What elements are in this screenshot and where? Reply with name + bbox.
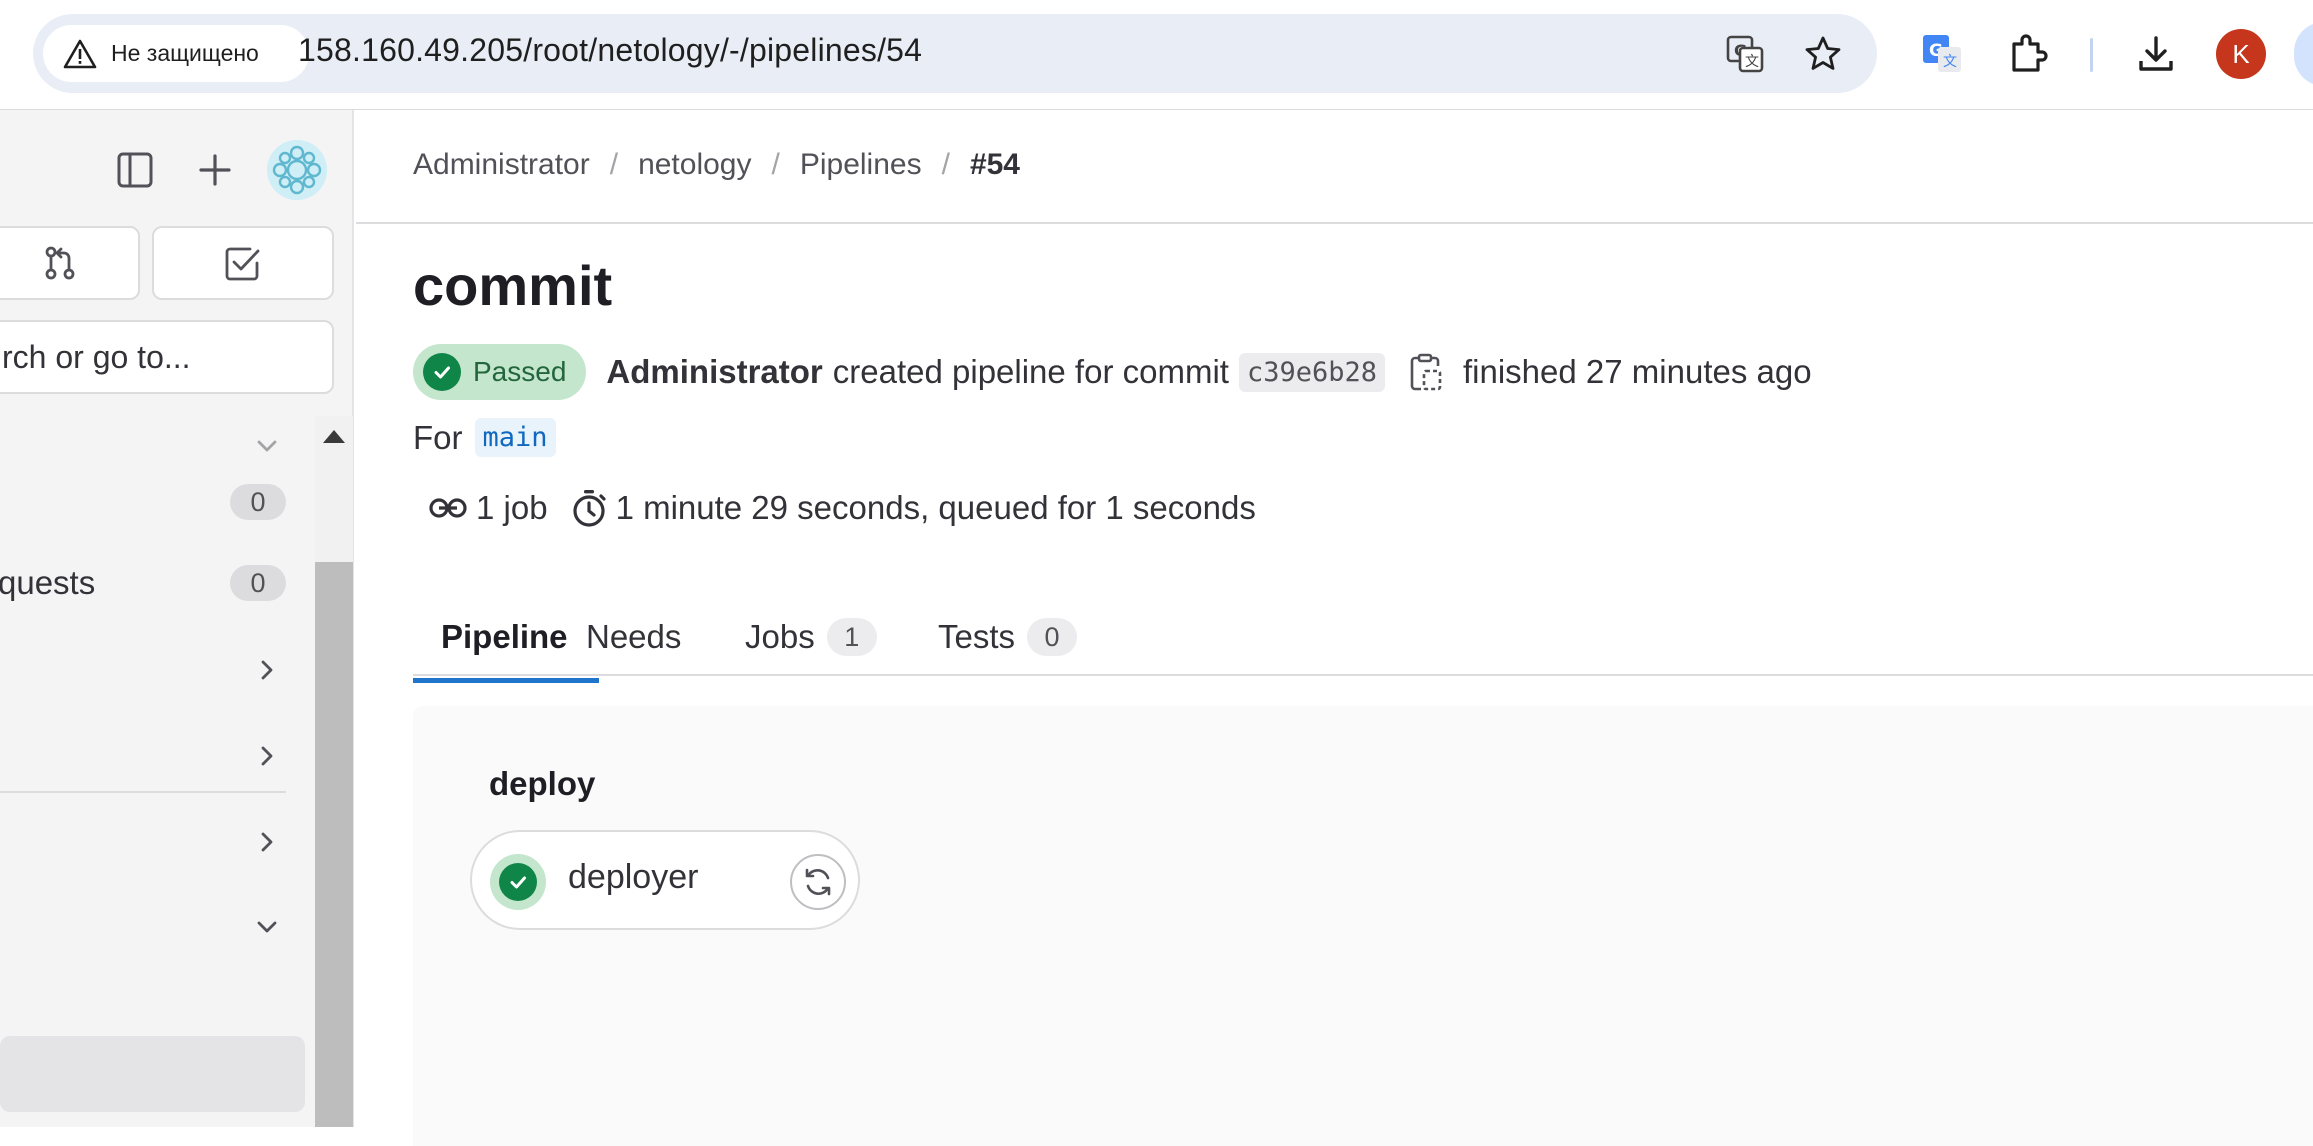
sidebar-item-active[interactable]	[0, 1036, 305, 1112]
breadcrumb-current[interactable]: #54	[970, 148, 1020, 182]
chevron-right-icon	[250, 739, 284, 773]
todo-check-icon	[225, 247, 260, 281]
branch-link[interactable]: main	[474, 418, 556, 457]
pipeline-meta: 1 job 1 minute 29 seconds, queued for 1 …	[428, 488, 1278, 528]
check-circle-icon	[499, 863, 537, 901]
check-circle-icon	[423, 353, 461, 391]
scroll-up-arrow-icon[interactable]	[323, 430, 345, 443]
stage-title: deploy	[489, 765, 596, 802]
tab-tests[interactable]: Tests 0	[938, 598, 1078, 676]
browser-menu-button[interactable]	[2294, 22, 2313, 86]
browser-chrome: Не защищено 158.160.49.205/root/netology…	[0, 0, 2313, 110]
sidebar-nav-list: 0 quests 0	[0, 416, 315, 1127]
sidebar-item-label: quests	[0, 564, 96, 601]
search-input[interactable]: rch or go to...	[0, 320, 334, 394]
job-deployer[interactable]: deployer	[470, 830, 860, 930]
chevron-down-icon	[250, 910, 284, 944]
chevron-right-icon	[250, 653, 284, 687]
google-translate-extension-icon[interactable]: G 文	[1916, 28, 1968, 80]
breadcrumb-separator: /	[941, 148, 950, 181]
toolbar-separator	[2090, 38, 2093, 72]
sidebar-item-merge-requests[interactable]: quests 0	[0, 553, 300, 613]
breadcrumb-item-pipelines[interactable]: Pipelines	[800, 148, 922, 182]
tab-count-badge: 1	[826, 618, 877, 656]
sidebar-item-0[interactable]	[0, 416, 300, 476]
translate-icon[interactable]: G 文	[1723, 32, 1767, 76]
sidebar-item-4[interactable]	[0, 726, 300, 786]
tab-count-badge: 0	[1027, 618, 1078, 656]
author-link[interactable]: Administrator	[606, 353, 822, 391]
sidebar-item-6[interactable]	[0, 897, 300, 957]
tab-jobs[interactable]: Jobs 1	[745, 598, 877, 676]
chevron-right-icon	[250, 825, 284, 859]
count-badge: 0	[230, 484, 286, 520]
ref-line: For main	[413, 418, 556, 457]
tab-label: Pipeline	[441, 618, 568, 655]
job-name[interactable]: deployer	[568, 858, 698, 897]
jobs-count-text: 1 job	[476, 489, 548, 526]
jobs-count: 1 job	[428, 489, 548, 527]
security-chip[interactable]: Не защищено	[43, 25, 309, 82]
sidebar-item-5[interactable]	[0, 812, 300, 872]
breadcrumb: Administrator / netology / Pipelines / #…	[413, 148, 1020, 182]
tab-needs[interactable]: Needs	[586, 598, 681, 676]
tab-label: Jobs	[745, 618, 815, 655]
security-label: Не защищено	[111, 40, 259, 66]
svg-text:文: 文	[1745, 54, 1759, 70]
sidebar: rch or go to... 0 quests 0	[0, 110, 354, 1127]
retry-icon[interactable]	[790, 854, 846, 910]
scrollbar-thumb[interactable]	[315, 562, 353, 1127]
main-content: Administrator / netology / Pipelines / #…	[356, 110, 2313, 1146]
merge-request-icon	[45, 246, 75, 280]
tab-pipeline[interactable]: Pipeline	[441, 598, 568, 676]
todo-button[interactable]	[152, 226, 334, 300]
bookmark-star-icon[interactable]	[1801, 32, 1845, 76]
duration: 1 minute 29 seconds, queued for 1 second…	[570, 488, 1256, 528]
action-text: created pipeline for commit	[832, 353, 1229, 390]
tab-label: Needs	[586, 618, 682, 655]
for-label: For	[413, 418, 463, 456]
user-avatar[interactable]	[267, 140, 327, 200]
duration-text: 1 minute 29 seconds, queued for 1 second…	[615, 489, 1256, 526]
breadcrumb-item-administrator[interactable]: Administrator	[413, 148, 590, 182]
status-label: Passed	[473, 356, 567, 387]
warning-icon	[63, 39, 97, 68]
copy-icon[interactable]	[1409, 352, 1445, 392]
page-title: commit	[413, 254, 613, 317]
svg-text:文: 文	[1943, 54, 1957, 70]
extensions-icon[interactable]	[2002, 28, 2054, 80]
breadcrumb-separator: /	[609, 148, 619, 181]
timer-icon	[572, 490, 606, 527]
sidebar-divider	[0, 791, 286, 793]
job-status-passed	[490, 854, 546, 910]
plus-icon[interactable]	[190, 145, 240, 195]
breadcrumb-item-project[interactable]: netology	[638, 148, 751, 182]
commit-sha-link[interactable]: c39e6b28	[1238, 352, 1385, 392]
collapse-sidebar-icon[interactable]	[110, 145, 160, 195]
count-badge: 0	[230, 565, 286, 601]
url-text[interactable]: 158.160.49.205/root/netology/-/pipelines…	[298, 32, 922, 69]
finished-text: finished 27 minutes ago	[1463, 353, 1812, 390]
chevron-down-icon	[250, 429, 284, 463]
merge-requests-button[interactable]	[0, 226, 140, 300]
sidebar-item-3[interactable]	[0, 640, 300, 700]
breadcrumb-separator: /	[771, 148, 780, 181]
pipeline-icon	[429, 498, 467, 518]
status-badge[interactable]: Passed	[413, 344, 587, 400]
header-divider	[356, 222, 2313, 224]
address-bar[interactable]: Не защищено 158.160.49.205/root/netology…	[33, 14, 1877, 93]
profile-avatar[interactable]: K	[2216, 29, 2266, 79]
pipeline-tabs: Pipeline Needs Jobs 1 Tests 0	[413, 598, 2313, 676]
active-tab-indicator	[413, 678, 599, 683]
sidebar-item-1[interactable]: 0	[0, 472, 300, 532]
pipeline-info: Passed Administrator created pipeline fo…	[413, 344, 1812, 400]
tab-label: Tests	[938, 618, 1016, 655]
download-icon[interactable]	[2130, 28, 2182, 80]
